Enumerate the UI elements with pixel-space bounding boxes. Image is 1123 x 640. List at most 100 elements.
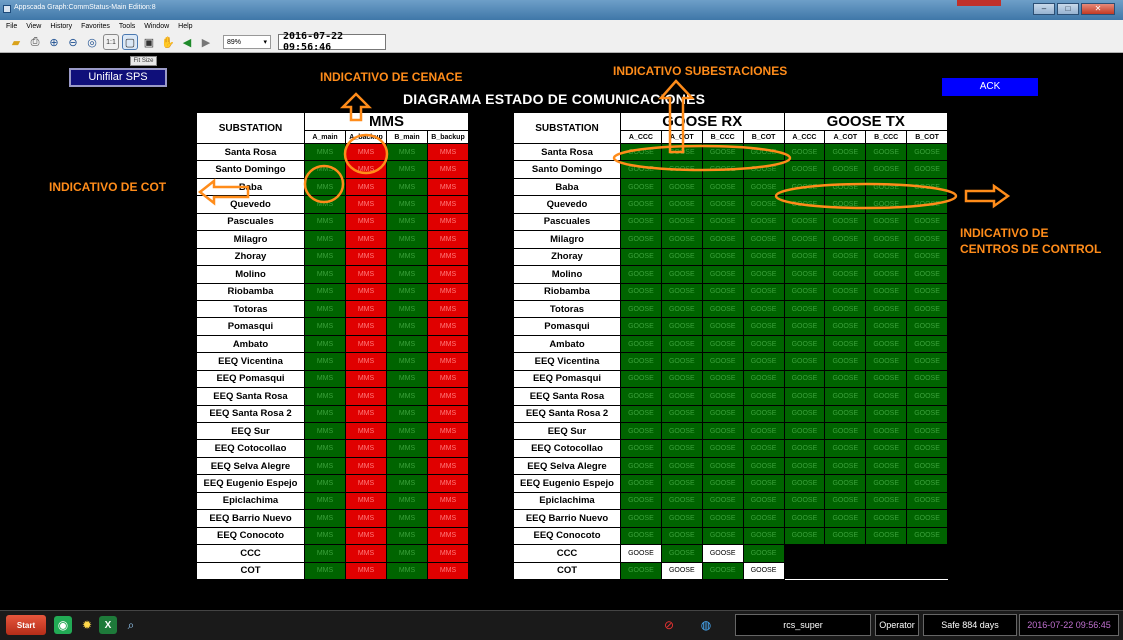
mms-status-cell[interactable]: MMS	[386, 509, 428, 528]
goose-rx-status-cell[interactable]: GOOSE	[620, 474, 662, 493]
mms-status-cell[interactable]: MMS	[386, 352, 428, 371]
goose-tx-status-cell[interactable]: GOOSE	[865, 352, 908, 371]
mms-status-cell[interactable]: MMS	[304, 142, 346, 162]
mms-status-cell[interactable]: MMS	[427, 474, 469, 493]
goose-rx-status-cell[interactable]: GOOSE	[620, 177, 662, 197]
menu-file[interactable]: File	[6, 23, 17, 30]
goose-rx-status-cell[interactable]: GOOSE	[660, 404, 703, 424]
mms-status-cell[interactable]: MMS	[345, 230, 387, 249]
goose-tx-status-cell[interactable]: GOOSE	[865, 265, 908, 284]
maximize-button[interactable]: □	[1057, 3, 1079, 15]
goose-tx-status-cell[interactable]: GOOSE	[865, 474, 908, 493]
goose-tx-status-cell[interactable]: GOOSE	[783, 439, 826, 458]
mms-status-cell[interactable]: MMS	[304, 387, 346, 406]
zoom-icon[interactable]: ◎	[84, 34, 100, 50]
mms-status-cell[interactable]: MMS	[386, 212, 428, 232]
goose-tx-status-cell[interactable]: GOOSE	[824, 526, 867, 546]
goose-rx-status-cell[interactable]: GOOSE	[620, 212, 662, 232]
minimize-button[interactable]: –	[1033, 3, 1055, 15]
start-button[interactable]: Start	[6, 615, 46, 635]
goose-tx-status-cell[interactable]: GOOSE	[824, 247, 867, 267]
goose-tx-status-cell[interactable]: GOOSE	[906, 230, 948, 249]
goose-rx-status-cell[interactable]: GOOSE	[620, 334, 662, 354]
goose-tx-status-cell[interactable]: GOOSE	[865, 299, 908, 319]
goose-rx-status-cell[interactable]: GOOSE	[742, 230, 785, 249]
mms-status-cell[interactable]: MMS	[386, 526, 428, 546]
goose-tx-status-cell[interactable]: GOOSE	[824, 456, 867, 476]
goose-rx-status-cell[interactable]: GOOSE	[701, 142, 744, 162]
zoom-in-icon[interactable]: ⊕	[46, 34, 62, 50]
goose-tx-status-cell[interactable]: GOOSE	[783, 317, 826, 336]
goose-tx-status-cell[interactable]: GOOSE	[783, 474, 826, 493]
goose-tx-status-cell[interactable]: GOOSE	[783, 177, 826, 197]
mms-status-cell[interactable]: MMS	[345, 561, 387, 580]
open-folder-icon[interactable]: ▰	[8, 34, 24, 50]
mms-status-cell[interactable]: MMS	[345, 544, 387, 563]
goose-tx-status-cell[interactable]: GOOSE	[783, 404, 826, 424]
mms-status-cell[interactable]: MMS	[427, 282, 469, 301]
mms-status-cell[interactable]: MMS	[345, 247, 387, 267]
goose-rx-status-cell[interactable]: GOOSE	[660, 334, 703, 354]
mms-status-cell[interactable]: MMS	[386, 177, 428, 197]
mms-status-cell[interactable]: MMS	[304, 491, 346, 511]
goose-rx-status-cell[interactable]: GOOSE	[742, 142, 785, 162]
goose-tx-status-cell[interactable]: GOOSE	[824, 160, 867, 179]
mms-status-cell[interactable]: MMS	[304, 561, 346, 580]
excel-icon[interactable]: X	[99, 616, 117, 634]
goose-rx-status-cell[interactable]: GOOSE	[742, 299, 785, 319]
goose-tx-status-cell[interactable]: GOOSE	[906, 195, 948, 214]
goose-tx-status-cell[interactable]: GOOSE	[824, 421, 867, 441]
zoom-out-icon[interactable]: ⊖	[65, 34, 81, 50]
mms-status-cell[interactable]: MMS	[345, 369, 387, 389]
goose-rx-status-cell[interactable]: GOOSE	[660, 421, 703, 441]
mms-status-cell[interactable]: MMS	[427, 334, 469, 354]
goose-rx-status-cell[interactable]: GOOSE	[620, 265, 662, 284]
mms-status-cell[interactable]: MMS	[427, 160, 469, 179]
goose-rx-status-cell[interactable]: GOOSE	[620, 491, 662, 511]
print-icon[interactable]: ⎙	[27, 34, 43, 50]
goose-rx-status-cell[interactable]: GOOSE	[742, 474, 785, 493]
goose-tx-status-cell[interactable]: GOOSE	[906, 142, 948, 162]
goose-rx-status-cell[interactable]: GOOSE	[620, 317, 662, 336]
mms-status-cell[interactable]: MMS	[345, 491, 387, 511]
goose-tx-status-cell[interactable]: GOOSE	[906, 456, 948, 476]
goose-tx-status-cell[interactable]: GOOSE	[824, 509, 867, 528]
goose-rx-status-cell[interactable]: GOOSE	[660, 177, 703, 197]
mms-status-cell[interactable]: MMS	[386, 561, 428, 580]
goose-rx-status-cell[interactable]: GOOSE	[742, 212, 785, 232]
mms-status-cell[interactable]: MMS	[427, 230, 469, 249]
mms-status-cell[interactable]: MMS	[345, 352, 387, 371]
goose-tx-status-cell[interactable]: GOOSE	[865, 509, 908, 528]
mms-status-cell[interactable]: MMS	[386, 299, 428, 319]
goose-tx-status-cell[interactable]: GOOSE	[824, 439, 867, 458]
goose-rx-status-cell[interactable]: GOOSE	[620, 509, 662, 528]
goose-tx-status-cell[interactable]: GOOSE	[865, 491, 908, 511]
mms-status-cell[interactable]: MMS	[345, 317, 387, 336]
mms-status-cell[interactable]: MMS	[304, 230, 346, 249]
mms-status-cell[interactable]: MMS	[427, 142, 469, 162]
mms-status-cell[interactable]: MMS	[304, 404, 346, 424]
mms-status-cell[interactable]: MMS	[345, 282, 387, 301]
goose-tx-status-cell[interactable]: GOOSE	[865, 369, 908, 389]
goose-rx-status-cell[interactable]: GOOSE	[701, 509, 744, 528]
goose-rx-status-cell[interactable]: GOOSE	[620, 544, 662, 563]
mms-status-cell[interactable]: MMS	[427, 352, 469, 371]
goose-tx-status-cell[interactable]: GOOSE	[865, 212, 908, 232]
goose-rx-status-cell[interactable]: GOOSE	[742, 160, 785, 179]
goose-tx-status-cell[interactable]: GOOSE	[783, 212, 826, 232]
goose-rx-status-cell[interactable]: GOOSE	[701, 299, 744, 319]
goose-rx-status-cell[interactable]: GOOSE	[742, 544, 785, 563]
mms-status-cell[interactable]: MMS	[386, 421, 428, 441]
goose-tx-status-cell[interactable]: GOOSE	[783, 282, 826, 301]
mms-status-cell[interactable]: MMS	[304, 334, 346, 354]
mms-status-cell[interactable]: MMS	[427, 526, 469, 546]
goose-rx-status-cell[interactable]: GOOSE	[701, 404, 744, 424]
mms-status-cell[interactable]: MMS	[304, 195, 346, 214]
goose-tx-status-cell[interactable]: GOOSE	[865, 177, 908, 197]
goose-rx-status-cell[interactable]: GOOSE	[701, 544, 744, 563]
mms-status-cell[interactable]: MMS	[427, 317, 469, 336]
goose-rx-status-cell[interactable]: GOOSE	[701, 265, 744, 284]
goose-rx-status-cell[interactable]: GOOSE	[620, 282, 662, 301]
mms-status-cell[interactable]: MMS	[386, 387, 428, 406]
goose-tx-status-cell[interactable]: GOOSE	[865, 317, 908, 336]
